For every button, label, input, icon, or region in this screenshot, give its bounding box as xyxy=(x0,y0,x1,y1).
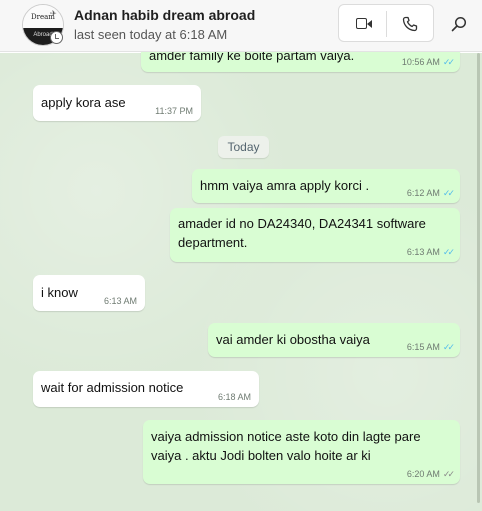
message-text: vaiya admission notice aste koto din lag… xyxy=(151,429,421,463)
chat-scrollbar[interactable] xyxy=(477,53,480,503)
message-time: 6:20 AM xyxy=(406,469,440,479)
message-meta: 11:37 PM xyxy=(155,106,193,116)
status-update-icon[interactable] xyxy=(50,31,63,44)
date-separator: Today xyxy=(218,136,269,158)
outgoing-message[interactable]: vaiya admission notice aste koto din lag… xyxy=(143,420,460,484)
outgoing-message[interactable]: hmm vaiya amra apply korci . 6:12 AM ✓✓ xyxy=(192,169,460,203)
voice-call-button[interactable] xyxy=(387,5,434,43)
read-ticks-icon: ✓✓ xyxy=(442,247,455,257)
message-time: 6:15 AM xyxy=(406,342,440,352)
message-time: 6:13 AM xyxy=(103,296,137,306)
message-meta: 10:56 AM ✓✓ xyxy=(401,57,455,67)
read-ticks-icon: ✓✓ xyxy=(442,342,455,352)
message-time: 11:37 PM xyxy=(155,106,193,116)
chat-header-overlay: Dream ✈ Abroad Adnan habib dream abroad … xyxy=(0,0,482,52)
search-button[interactable] xyxy=(444,10,472,38)
incoming-message[interactable]: i know 6:13 AM xyxy=(33,275,145,311)
message-meta: 6:15 AM ✓✓ xyxy=(406,342,455,352)
video-call-icon xyxy=(356,18,367,29)
video-call-button[interactable] xyxy=(339,5,386,43)
message-time: 6:18 AM xyxy=(217,392,251,402)
read-ticks-icon: ✓✓ xyxy=(442,57,455,67)
message-time: 6:13 AM xyxy=(406,247,440,257)
incoming-message[interactable]: wait for admission notice 6:18 AM xyxy=(33,371,259,407)
incoming-message[interactable]: apply kora ase 11:37 PM xyxy=(33,85,201,121)
last-seen-status: last seen today at 6:18 AM xyxy=(74,27,228,42)
message-meta: 6:18 AM xyxy=(218,392,251,402)
contact-name[interactable]: Adnan habib dream abroad xyxy=(74,7,255,23)
delivered-ticks-icon: ✓✓ xyxy=(442,469,455,479)
message-time: 10:56 AM xyxy=(401,57,440,67)
video-call-icon-lens xyxy=(367,20,372,28)
message-time: 6:12 AM xyxy=(406,188,440,198)
outgoing-message[interactable]: amader id no DA24340, DA24341 software d… xyxy=(170,208,460,262)
message-meta: 6:12 AM ✓✓ xyxy=(406,188,455,198)
call-button-group xyxy=(338,4,434,42)
message-meta: 6:13 AM xyxy=(104,296,137,306)
airplane-icon: ✈ xyxy=(50,9,57,18)
message-meta: 6:13 AM ✓✓ xyxy=(406,247,455,257)
outgoing-message[interactable]: vai amder ki obostha vaiya 6:15 AM ✓✓ xyxy=(208,323,460,357)
search-icon xyxy=(451,16,467,32)
phone-icon xyxy=(402,16,418,32)
avatar-logo-text: Dream xyxy=(31,13,55,21)
message-meta: 6:20 AM ✓✓ xyxy=(406,469,455,479)
read-ticks-icon: ✓✓ xyxy=(442,188,455,198)
